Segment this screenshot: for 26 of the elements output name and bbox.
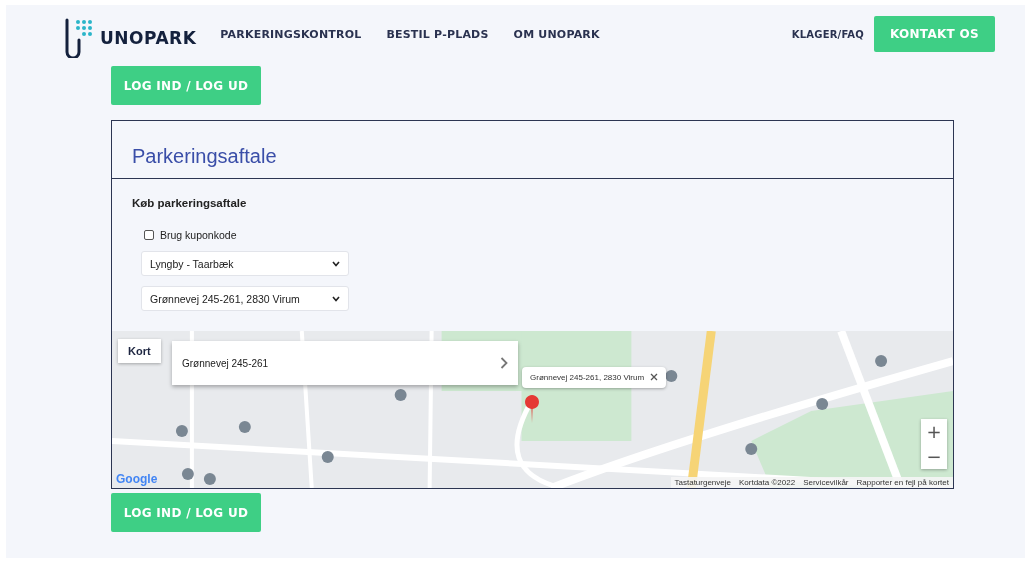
map-footer-link[interactable]: Kortdata ©2022: [739, 478, 796, 487]
logo-icon: [64, 18, 94, 58]
chevron-down-icon: [332, 260, 340, 267]
checkbox-label: Brug kuponkode: [160, 229, 237, 241]
place-card[interactable]: Grønnevej 245-261: [172, 341, 518, 385]
info-window: Grønnevej 245-261, 2830 Virum: [522, 367, 667, 388]
card-title: Parkeringsaftale: [112, 121, 953, 179]
map-footer-link[interactable]: Rapporter en fejl på kortet: [856, 478, 949, 487]
zoom-out-button[interactable]: −: [921, 444, 947, 469]
dropdown-field[interactable]: Grønnevej 245-261, 2830 Virum: [141, 286, 349, 311]
nav-link[interactable]: OM UNOPARK: [513, 27, 600, 41]
zoom-in-button[interactable]: +: [921, 419, 947, 444]
close-icon[interactable]: [650, 373, 659, 381]
section-heading: Køb parkeringsaftale: [132, 197, 248, 209]
faq-link[interactable]: KLAGER/FAQ: [791, 28, 864, 40]
nav-link[interactable]: PARKERINGSKONTROL: [220, 27, 362, 41]
dropdown-field[interactable]: Lyngby - Taarbæk: [141, 251, 349, 276]
logo-text: UNOPARK: [100, 28, 197, 48]
chevron-down-icon: [332, 295, 340, 302]
chevron-right-icon: [500, 357, 508, 369]
map-footer-link[interactable]: Servicevilkår: [803, 478, 849, 487]
coupon-checkbox[interactable]: [144, 230, 154, 240]
nav-link[interactable]: BESTIL P-PLADS: [386, 27, 489, 41]
map-footer-link[interactable]: Tastaturgenveje: [674, 478, 731, 487]
map-logo: Google: [116, 472, 158, 486]
map-type-button[interactable]: Kort: [118, 339, 161, 363]
